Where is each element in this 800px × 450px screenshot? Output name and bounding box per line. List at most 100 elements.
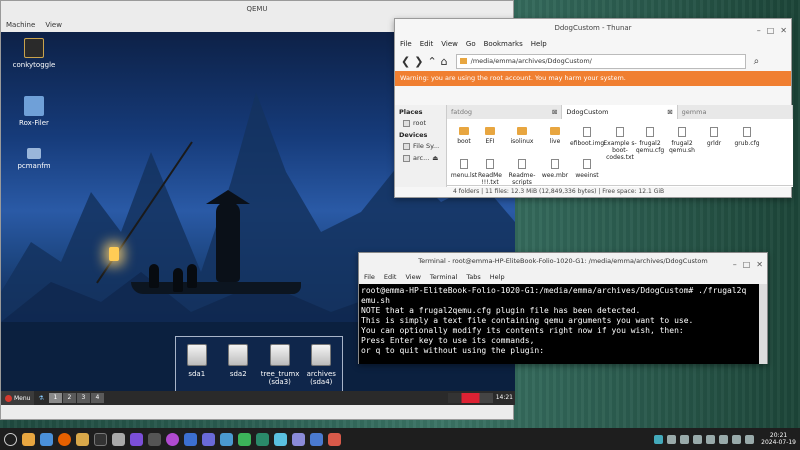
search-icon[interactable]: ⌕ [754,56,760,67]
minimize-icon[interactable]: – [757,22,761,40]
bluetooth-icon[interactable] [680,434,690,444]
file-item[interactable]: EFI [473,127,507,145]
file-item[interactable]: isolinux [505,127,539,145]
file-item[interactable]: frugal2 qemu.cfg [633,127,667,154]
qemu-menu-machine[interactable]: Machine [6,18,35,32]
minimize-icon[interactable]: – [733,256,737,273]
network-icon[interactable] [256,432,269,446]
menu-bookmarks[interactable]: Bookmarks [484,37,523,51]
menu-tabs[interactable]: Tabs [466,270,480,284]
qemu-titlebar[interactable]: QEMU [1,1,513,18]
tab-close-icon[interactable]: ⊠ [552,105,557,119]
menu-icon[interactable] [4,432,17,446]
terminal-titlebar[interactable]: Terminal - root@emma-HP-EliteBook-Folio-… [359,253,767,270]
clipboard-icon[interactable] [693,434,703,444]
maximize-icon[interactable]: □ [767,22,775,40]
terminal-window[interactable]: Terminal - root@emma-HP-EliteBook-Folio-… [358,252,768,364]
back-icon[interactable]: ❮ [401,55,410,68]
broom-icon[interactable]: ⚗ [38,395,43,402]
folder-icon[interactable] [76,432,89,446]
volume-meter[interactable] [448,393,493,403]
file-name: weeinst [575,172,599,179]
photo-icon[interactable] [310,432,323,446]
menu-view[interactable]: View [405,270,420,284]
file-item[interactable]: ReadMe !!!.txt [473,159,507,186]
file-item[interactable]: grub.cfg [730,127,764,147]
close-icon[interactable]: ✕ [756,256,763,273]
tab-ddogcustom[interactable]: DdogCustom ⊠ [562,105,678,119]
file-name: efiboot.img [570,140,605,147]
place-root[interactable]: root [399,119,442,127]
image-icon[interactable] [238,432,251,446]
menu-help[interactable]: Help [531,37,547,51]
volume-icon[interactable] [719,434,729,444]
device-archives[interactable]: arc... ⏏ [399,154,442,162]
terminal-scrollbar[interactable] [759,284,767,364]
workspace-3[interactable]: 3 [76,393,90,403]
chart-icon[interactable] [220,432,233,446]
file-item[interactable]: grldr [697,127,731,147]
file-item[interactable]: efiboot.img [570,127,604,147]
drive-sda2[interactable]: sda2 [219,344,257,397]
file-item[interactable]: frugal2 qemu.sh [665,127,699,154]
desktop-icon-pcmanfm[interactable]: pcmanfm [4,148,64,170]
vpn-icon[interactable] [166,432,179,446]
shield-icon[interactable] [130,432,143,446]
desktop-icon-rox-filer[interactable]: Rox-Filer [4,96,64,127]
cloud-icon[interactable] [654,434,664,444]
menu-help[interactable]: Help [490,270,505,284]
up-icon[interactable]: ⌃ [427,55,436,68]
file-item[interactable]: live [538,127,572,145]
drive-sda4[interactable]: archives (sda4) [302,344,340,397]
file-item[interactable]: Example s-boot-codes.txt [603,127,637,161]
menu-file[interactable]: File [400,37,412,51]
thunar-titlebar[interactable]: DdogCustom - Thunar – □ ✕ [395,19,791,37]
teams-icon[interactable] [202,432,215,446]
file-item[interactable]: wee.mbr [538,159,572,179]
file-item[interactable]: Readme-scripts [505,159,539,186]
close-icon[interactable]: ✕ [780,22,787,40]
desktop-icon-conkytoggle[interactable]: conkytoggle [4,38,64,69]
qemu-menu-view[interactable]: View [45,18,62,32]
terminal-output[interactable]: root@emma-HP-EliteBook-Folio-1020-G1:/me… [359,284,761,364]
eject-icon[interactable]: ⏏ [432,154,438,162]
settings-icon[interactable] [112,432,125,446]
calc-icon[interactable] [274,432,287,446]
guest-clock: 14:21 [495,394,513,401]
files-icon[interactable] [22,432,35,446]
editor-icon[interactable] [292,432,305,446]
security-icon[interactable] [706,434,716,444]
shield-tray-icon[interactable] [667,434,677,444]
menu-go[interactable]: Go [466,37,476,51]
firefox-icon[interactable] [58,432,71,446]
forward-icon[interactable]: ❯ [414,55,423,68]
note-icon[interactable] [328,432,341,446]
drive-sda3[interactable]: tree_trumx (sda3) [261,344,299,397]
maximize-icon[interactable]: □ [743,256,751,273]
wifi-icon[interactable] [732,434,742,444]
gamepad-icon[interactable] [148,432,161,446]
device-filesystem[interactable]: File Sy... [399,142,442,150]
chat-icon[interactable] [184,432,197,446]
terminal-icon[interactable] [94,432,107,446]
guest-menu-button[interactable]: Menu [1,391,35,405]
menu-view[interactable]: View [441,37,458,51]
tab-fatdog[interactable]: fatdog ⊠ [447,105,563,119]
workspace-4[interactable]: 4 [90,393,104,403]
home-icon[interactable]: ⌂ [441,55,448,68]
tab-close-icon[interactable]: ⊠ [667,105,672,119]
workspace-1[interactable]: 1 [48,393,62,403]
workspace-2[interactable]: 2 [62,393,76,403]
drive-sda1[interactable]: sda1 [178,344,216,397]
battery-icon[interactable] [745,434,755,444]
menu-file[interactable]: File [364,270,375,284]
file-item[interactable]: weeinst [570,159,604,179]
tab-gemma[interactable]: gemma [677,105,793,119]
thunar-window[interactable]: DdogCustom - Thunar – □ ✕ File Edit View G… [394,18,793,198]
location-bar[interactable]: /media/emma/archives/DdogCustom/ [455,53,746,69]
browser-icon[interactable] [40,432,53,446]
menu-terminal[interactable]: Terminal [430,270,457,284]
host-clock[interactable]: 20:21 2024-07-19 [761,432,796,446]
menu-edit[interactable]: Edit [384,270,397,284]
menu-edit[interactable]: Edit [420,37,434,51]
